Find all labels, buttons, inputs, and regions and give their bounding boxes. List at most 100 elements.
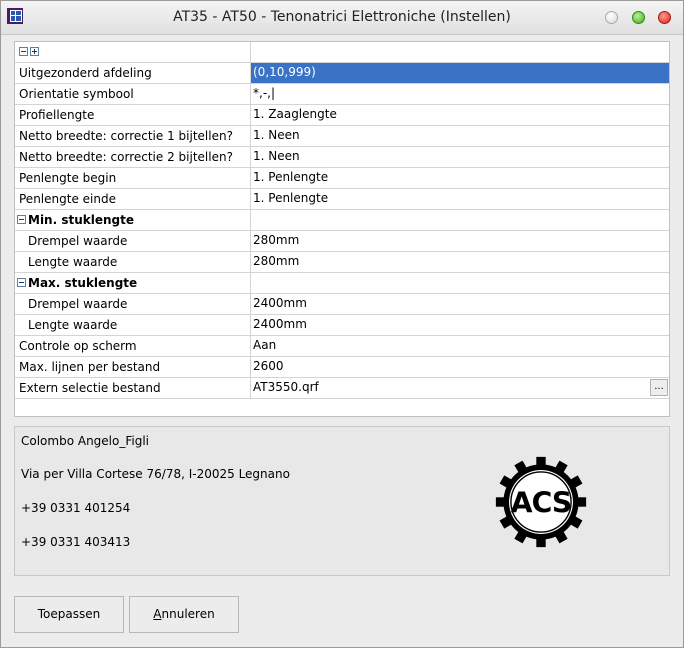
property-name-label: Netto breedte: correctie 2 bijtellen? bbox=[19, 150, 233, 164]
cancel-mnemonic: A bbox=[153, 607, 162, 621]
property-name-label: Profiellengte bbox=[19, 108, 95, 122]
property-value-text: (0,10,999) bbox=[253, 65, 316, 79]
property-value[interactable]: 280mm bbox=[251, 252, 669, 272]
property-value[interactable] bbox=[251, 210, 669, 230]
property-name[interactable]: Penlengte begin bbox=[15, 168, 251, 188]
acs-gear-logo: ACS bbox=[495, 456, 587, 548]
property-name[interactable]: Drempel waarde bbox=[15, 294, 251, 314]
property-value[interactable]: 2400mm bbox=[251, 294, 669, 314]
company-info-panel: Colombo Angelo_Figli Via per Villa Corte… bbox=[14, 426, 670, 576]
property-value[interactable]: AT3550.qrf... bbox=[251, 378, 669, 398]
property-name[interactable]: Netto breedte: correctie 2 bijtellen? bbox=[15, 147, 251, 167]
property-name-label: Drempel waarde bbox=[28, 234, 128, 248]
property-value[interactable]: 2600 bbox=[251, 357, 669, 377]
property-name[interactable]: Max. lijnen per bestand bbox=[15, 357, 251, 377]
property-value[interactable]: 280mm bbox=[251, 231, 669, 251]
property-name-label: Lengte waarde bbox=[28, 318, 118, 332]
grid-row[interactable]: Lengte waarde 280mm bbox=[15, 252, 669, 273]
property-name[interactable]: Min. stuklengte bbox=[15, 210, 251, 230]
grid-row[interactable]: Drempel waarde 2400mm bbox=[15, 294, 669, 315]
minimize-button[interactable] bbox=[605, 11, 618, 24]
property-name-label: Penlengte einde bbox=[19, 192, 116, 206]
property-value-text: 1. Neen bbox=[253, 128, 300, 142]
property-name[interactable]: Netto breedte: correctie 1 bijtellen? bbox=[15, 126, 251, 146]
property-value[interactable]: 1. Neen bbox=[251, 126, 669, 146]
company-phone-2: +39 0331 403413 bbox=[21, 535, 131, 549]
dialog-window: AT35 - AT50 - Tenonatrici Elettroniche (… bbox=[0, 0, 684, 648]
cancel-button[interactable]: Annuleren bbox=[129, 596, 239, 633]
browse-button[interactable]: ... bbox=[650, 379, 668, 396]
grid-row[interactable]: Netto breedte: correctie 1 bijtellen? 1. … bbox=[15, 126, 669, 147]
property-value-text: 1. Neen bbox=[253, 149, 300, 163]
company-address: Via per Villa Cortese 76/78, I-20025 Leg… bbox=[21, 467, 290, 481]
property-value[interactable] bbox=[251, 273, 669, 293]
grid-row[interactable]: Extern selectie bestand AT3550.qrf... bbox=[15, 378, 669, 399]
property-name-label: Uitgezonderd afdeling bbox=[19, 66, 152, 80]
grid-row[interactable]: Penlengte begin 1. Penlengte bbox=[15, 168, 669, 189]
maximize-button[interactable] bbox=[632, 11, 645, 24]
cancel-label-rest: nnuleren bbox=[161, 607, 215, 621]
property-value-text: 2600 bbox=[253, 359, 284, 373]
property-value-text: *,-,| bbox=[253, 86, 276, 100]
property-name-label: Max. lijnen per bestand bbox=[19, 360, 161, 374]
property-name-label: Max. stuklengte bbox=[28, 276, 138, 290]
close-button[interactable] bbox=[658, 11, 671, 24]
grid-category-row[interactable]: Min. stuklengte bbox=[15, 210, 669, 231]
property-name[interactable]: Drempel waarde bbox=[15, 231, 251, 251]
property-value-text: 2400mm bbox=[253, 296, 307, 310]
logo-text: ACS bbox=[511, 486, 572, 519]
grid-row[interactable]: Uitgezonderd afdeling (0,10,999) bbox=[15, 63, 669, 84]
property-name[interactable]: Controle op scherm bbox=[15, 336, 251, 356]
property-value[interactable]: 1. Neen bbox=[251, 147, 669, 167]
grid-row[interactable]: Orientatie symbool *,-,| bbox=[15, 84, 669, 105]
grid-toolbar-row bbox=[15, 42, 669, 63]
property-value-text: AT3550.qrf bbox=[253, 380, 319, 394]
property-name-label: Penlengte begin bbox=[19, 171, 117, 185]
company-name: Colombo Angelo_Figli bbox=[21, 434, 149, 448]
property-value[interactable]: 1. Zaaglengte bbox=[251, 105, 669, 125]
property-name[interactable]: Penlengte einde bbox=[15, 189, 251, 209]
property-value-text: 2400mm bbox=[253, 317, 307, 331]
property-name-label: Drempel waarde bbox=[28, 297, 128, 311]
grid-row[interactable]: Drempel waarde 280mm bbox=[15, 231, 669, 252]
property-grid: Uitgezonderd afdeling (0,10,999) Orientati… bbox=[14, 41, 670, 417]
collapse-icon[interactable] bbox=[17, 215, 26, 224]
property-name-label: Lengte waarde bbox=[28, 255, 118, 269]
grid-row[interactable]: Lengte waarde 2400mm bbox=[15, 315, 669, 336]
grid-row[interactable]: Max. lijnen per bestand 2600 bbox=[15, 357, 669, 378]
gear-tooth bbox=[572, 497, 587, 507]
property-name[interactable]: Lengte waarde bbox=[15, 252, 251, 272]
grid-row[interactable]: Profiellengte 1. Zaaglengte bbox=[15, 105, 669, 126]
property-value[interactable]: 1. Penlengte bbox=[251, 168, 669, 188]
grid-row[interactable]: Penlengte einde 1. Penlengte bbox=[15, 189, 669, 210]
grid-row[interactable]: Netto breedte: correctie 2 bijtellen? 1. … bbox=[15, 147, 669, 168]
company-phone-1: +39 0331 401254 bbox=[21, 501, 131, 515]
property-name[interactable]: Uitgezonderd afdeling bbox=[15, 63, 251, 83]
collapse-all-icon[interactable] bbox=[19, 47, 28, 56]
property-name-label: Extern selectie bestand bbox=[19, 381, 161, 395]
property-value[interactable]: (0,10,999) bbox=[251, 63, 669, 83]
gear-tooth bbox=[536, 456, 546, 471]
gear-tooth bbox=[536, 533, 546, 548]
property-value[interactable]: *,-,| bbox=[251, 84, 669, 104]
gear-tooth bbox=[495, 497, 510, 507]
collapse-icon[interactable] bbox=[17, 278, 26, 287]
property-value-text: Aan bbox=[253, 338, 277, 352]
expand-all-icon[interactable] bbox=[30, 47, 39, 56]
property-name-label: Controle op scherm bbox=[19, 339, 137, 353]
grid-row[interactable]: Controle op scherm Aan bbox=[15, 336, 669, 357]
grid-toolbar-spacer bbox=[251, 42, 669, 62]
property-name[interactable]: Profiellengte bbox=[15, 105, 251, 125]
grid-category-row[interactable]: Max. stuklengte bbox=[15, 273, 669, 294]
property-value[interactable]: Aan bbox=[251, 336, 669, 356]
property-value-text: 1. Zaaglengte bbox=[253, 107, 337, 121]
property-name[interactable]: Orientatie symbool bbox=[15, 84, 251, 104]
property-name[interactable]: Lengte waarde bbox=[15, 315, 251, 335]
apply-button[interactable]: Toepassen bbox=[14, 596, 124, 633]
property-value[interactable]: 2400mm bbox=[251, 315, 669, 335]
property-name[interactable]: Extern selectie bestand bbox=[15, 378, 251, 398]
title-bar: AT35 - AT50 - Tenonatrici Elettroniche (… bbox=[1, 1, 683, 35]
property-name[interactable]: Max. stuklengte bbox=[15, 273, 251, 293]
property-value[interactable]: 1. Penlengte bbox=[251, 189, 669, 209]
property-name-label: Min. stuklengte bbox=[28, 213, 134, 227]
